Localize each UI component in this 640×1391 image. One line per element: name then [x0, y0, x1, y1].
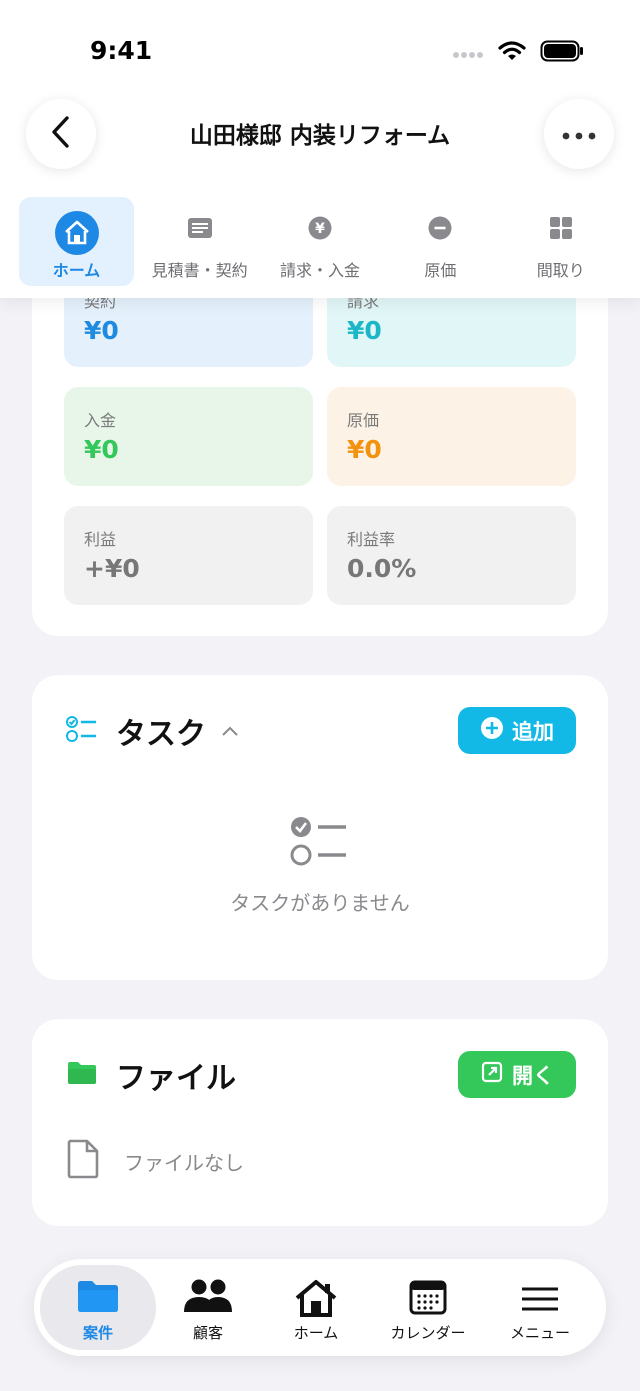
tab-cost-label: 原価	[424, 261, 457, 280]
payment-tile[interactable]: 入金 ¥0	[64, 387, 313, 486]
yen-coin-icon: ¥	[308, 216, 332, 244]
nav-home-label: ホーム	[293, 1324, 339, 1342]
task-card: タスク 追加 タスクがありません	[32, 675, 608, 980]
chevron-left-icon	[50, 115, 72, 153]
people-icon	[183, 1279, 233, 1317]
nav-projects-label: 案件	[82, 1324, 113, 1342]
bottom-navigation: 案件 顧客 ホーム カレンダー メニュー	[34, 1259, 606, 1356]
battery-icon	[540, 40, 584, 66]
svg-text:¥: ¥	[315, 221, 325, 237]
profit-rate-value: 0.0%	[347, 554, 417, 583]
grid-icon	[549, 217, 572, 243]
tab-floor-plan-label: 間取り	[536, 261, 585, 280]
status-time: 9:41	[90, 36, 153, 65]
cost-tile[interactable]: 原価 ¥0	[327, 387, 576, 486]
file-empty-text: ファイルなし	[124, 1150, 244, 1175]
cost-label: 原価	[347, 411, 380, 430]
nav-customers[interactable]: 顧客	[151, 1265, 265, 1350]
document-icon	[66, 1138, 100, 1184]
wifi-icon	[498, 40, 526, 66]
task-section-header[interactable]: タスク	[66, 711, 240, 752]
signal-icon	[452, 44, 484, 63]
nav-menu-label: メニュー	[509, 1324, 570, 1342]
nav-projects[interactable]: 案件	[40, 1265, 156, 1350]
profit-label: 利益	[84, 530, 117, 549]
payment-amount: ¥0	[84, 435, 119, 464]
document-list-icon	[187, 217, 213, 243]
task-empty-state: タスクがありません	[32, 815, 608, 916]
task-section-title: タスク	[116, 717, 206, 752]
tab-invoice-payment-label: 請求・入金	[279, 261, 360, 280]
calendar-icon	[409, 1279, 447, 1319]
tab-home-label: ホーム	[52, 261, 101, 280]
nav-home[interactable]: ホーム	[259, 1265, 373, 1350]
nav-customers-label: 顧客	[192, 1324, 223, 1342]
tab-cost[interactable]: 原価	[380, 197, 500, 286]
project-detail-screen: 契約 ¥0 請求 ¥0 入金 ¥0 原価 ¥0 利益 +¥0 利益率 0.0%	[0, 0, 640, 1391]
folder-icon	[77, 1279, 119, 1317]
tab-estimate-contract-label: 見積書・契約	[151, 261, 248, 280]
minus-circle-icon	[428, 216, 452, 244]
page-title: 山田様邸 内装リフォーム	[189, 123, 451, 149]
tab-home[interactable]: ホーム	[19, 197, 134, 286]
nav-calendar[interactable]: カレンダー	[371, 1265, 485, 1350]
house-icon	[294, 1279, 338, 1321]
contract-amount: ¥0	[84, 316, 119, 345]
tab-estimate-contract[interactable]: 見積書・契約	[139, 197, 259, 286]
add-task-button[interactable]: 追加	[458, 707, 576, 754]
task-empty-text: タスクがありません	[230, 891, 410, 915]
section-tabs: ホーム 見積書・契約 ¥ 請求・入金 原価 間取り	[19, 197, 621, 286]
cost-amount: ¥0	[347, 435, 382, 464]
profit-tile: 利益 +¥0	[64, 506, 313, 605]
file-empty-row: ファイルなし	[66, 1139, 244, 1183]
file-card: ファイル 開く ファイルなし	[32, 1019, 608, 1226]
open-files-label: 開く	[512, 1063, 554, 1088]
profit-amount: +¥0	[84, 554, 140, 583]
empty-checklist-icon	[32, 815, 608, 867]
nav-menu[interactable]: メニュー	[483, 1265, 597, 1350]
more-button[interactable]	[544, 99, 614, 169]
folder-icon	[66, 1060, 98, 1090]
file-section-header: ファイル	[66, 1055, 236, 1096]
menu-icon	[521, 1287, 559, 1315]
invoice-amount: ¥0	[347, 316, 382, 345]
checklist-icon	[66, 715, 98, 747]
back-button[interactable]	[26, 99, 96, 169]
tab-invoice-payment[interactable]: ¥ 請求・入金	[260, 197, 380, 286]
add-task-label: 追加	[512, 719, 554, 744]
house-icon	[54, 211, 99, 259]
profit-rate-tile: 利益率 0.0%	[327, 506, 576, 605]
open-files-button[interactable]: 開く	[458, 1051, 576, 1098]
external-link-icon	[480, 1060, 504, 1089]
top-header: 9:41 山田様邸 内装リフォーム ホーム 見積書・契約 ¥ 請求・入金 原価 …	[0, 0, 640, 298]
profit-rate-label: 利益率	[347, 530, 396, 549]
ellipsis-icon	[562, 125, 596, 144]
tab-floor-plan[interactable]: 間取り	[501, 197, 621, 286]
file-section-title: ファイル	[116, 1061, 236, 1096]
status-bar: 9:41	[0, 0, 640, 90]
status-icons	[452, 40, 584, 66]
chevron-up-icon[interactable]	[220, 724, 240, 738]
nav-calendar-label: カレンダー	[390, 1324, 466, 1342]
payment-label: 入金	[84, 411, 117, 430]
plus-circle-icon	[480, 716, 504, 745]
